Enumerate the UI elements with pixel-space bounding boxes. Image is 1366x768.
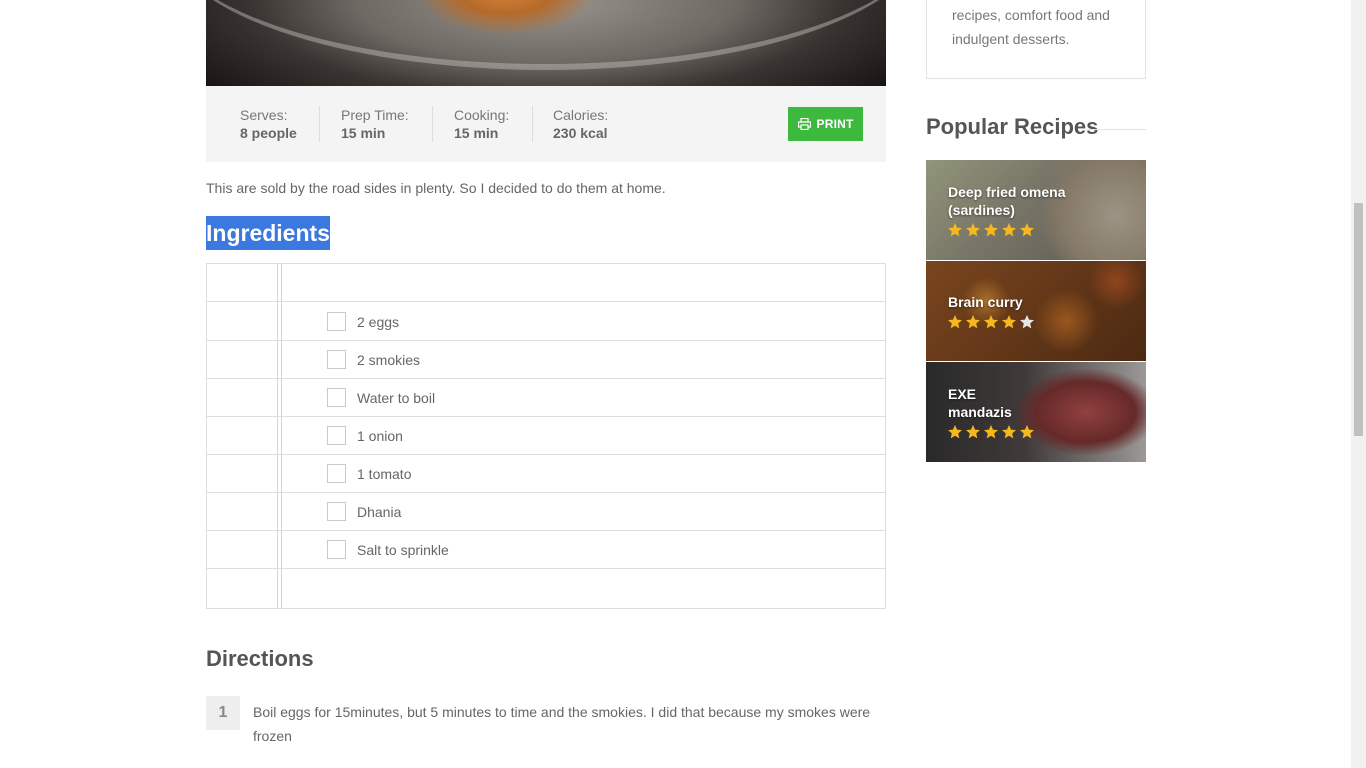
rating-stars	[947, 424, 1035, 440]
serves-label: Serves:	[240, 107, 288, 123]
ingredient-label: 2 eggs	[357, 313, 400, 330]
recipe-name-link[interactable]: EXE mandazis	[948, 385, 1038, 421]
recipe-name-link[interactable]: Deep fried omena (sardines)	[948, 183, 1098, 219]
serves-value: 8 people	[240, 125, 297, 141]
ingredient-checkbox-item[interactable]: 1 tomato	[327, 464, 411, 483]
checkbox[interactable]	[327, 540, 346, 559]
star-filled-icon	[948, 223, 962, 237]
star-filled-icon	[1020, 223, 1034, 237]
popular-recipe-card[interactable]: Deep fried omena (sardines)	[926, 160, 1146, 260]
ingredients-list: 2 eggs 2 smokies Water to boil 1 onion 1…	[206, 263, 886, 609]
ingredient-label: 1 tomato	[357, 465, 412, 482]
table-row: 2 eggs	[207, 303, 885, 341]
star-filled-icon	[948, 425, 962, 439]
checkbox[interactable]	[327, 426, 346, 445]
checkbox[interactable]	[327, 312, 346, 331]
table-row: Salt to sprinkle	[207, 531, 885, 569]
ingredient-label: Salt to sprinkle	[357, 541, 449, 558]
popular-recipe-card[interactable]: EXE mandazis	[926, 362, 1146, 462]
star-filled-icon	[966, 315, 980, 329]
star-filled-icon	[1020, 425, 1034, 439]
serves-info: Serves: 8 people	[240, 106, 297, 142]
title-divider	[1086, 129, 1146, 130]
ingredient-checkbox-item[interactable]: Salt to sprinkle	[327, 540, 449, 559]
step-number: 1	[206, 696, 240, 730]
ingredient-checkbox-item[interactable]: Dhania	[327, 502, 401, 521]
star-empty-icon	[1020, 315, 1034, 329]
cooking-value: 15 min	[454, 125, 499, 141]
recipe-hero-image	[206, 0, 886, 86]
ingredient-checkbox-item[interactable]: 2 smokies	[327, 350, 420, 369]
recipe-info-bar: Serves: 8 people Prep Time: 15 min Cooki…	[206, 86, 886, 162]
checkbox[interactable]	[327, 388, 346, 407]
rating-stars	[947, 314, 1035, 330]
scrollbar-thumb[interactable]	[1354, 203, 1363, 436]
ingredient-label: Water to boil	[357, 389, 436, 406]
pan-rim	[206, 0, 886, 70]
step-text: Boil eggs for 15minutes, but 5 minutes t…	[253, 704, 871, 744]
print-label: PRINT	[816, 117, 854, 131]
info-divider	[432, 106, 433, 142]
popular-recipe-card[interactable]: Brain curry	[926, 261, 1146, 361]
ingredients-title: Ingredients	[206, 216, 330, 250]
table-row: 2 smokies	[207, 341, 885, 379]
directions-title: Directions	[206, 646, 314, 671]
table-row: 1 tomato	[207, 455, 885, 493]
star-filled-icon	[966, 223, 980, 237]
prep-time-label: Prep Time:	[341, 107, 409, 123]
table-row: 1 onion	[207, 417, 885, 455]
checkbox[interactable]	[327, 464, 346, 483]
about-widget: recipes, comfort food and indulgent dess…	[926, 0, 1146, 79]
checkbox[interactable]	[327, 350, 346, 369]
printer-icon	[797, 118, 811, 130]
star-filled-icon	[948, 315, 962, 329]
page-scrollbar[interactable]	[1351, 0, 1366, 768]
info-divider	[319, 106, 320, 142]
ingredient-checkbox-item[interactable]: 2 eggs	[327, 312, 399, 331]
popular-recipes-title: Popular Recipes	[926, 114, 1099, 139]
recipe-name-link[interactable]: Brain curry	[948, 293, 1098, 311]
star-filled-icon	[966, 425, 980, 439]
table-row	[207, 264, 885, 302]
star-filled-icon	[984, 425, 998, 439]
table-row: Dhania	[207, 493, 885, 531]
ingredient-label: 2 smokies	[357, 351, 421, 368]
cooking-label: Cooking:	[454, 107, 510, 123]
about-text: recipes, comfort food and indulgent dess…	[952, 7, 1110, 47]
calories-info: Calories: 230 kcal	[553, 106, 608, 142]
ingredient-label: Dhania	[357, 503, 402, 520]
calories-label: Calories:	[553, 107, 609, 123]
card-overlay	[926, 261, 1146, 361]
prep-time-info: Prep Time: 15 min	[341, 106, 409, 142]
cooking-info: Cooking: 15 min	[454, 106, 509, 142]
prep-time-value: 15 min	[341, 125, 386, 141]
ingredient-checkbox-item[interactable]: Water to boil	[327, 388, 435, 407]
star-filled-icon	[1002, 223, 1016, 237]
ingredient-checkbox-item[interactable]: 1 onion	[327, 426, 403, 445]
info-divider	[532, 106, 533, 142]
rating-stars	[947, 222, 1035, 238]
star-filled-icon	[984, 223, 998, 237]
recipe-intro: This are sold by the road sides in plent…	[206, 180, 666, 196]
table-row: Water to boil	[207, 379, 885, 417]
ingredient-label: 1 onion	[357, 427, 403, 444]
calories-value: 230 kcal	[553, 125, 608, 141]
star-filled-icon	[1002, 315, 1016, 329]
star-filled-icon	[1002, 425, 1016, 439]
star-filled-icon	[984, 315, 998, 329]
checkbox[interactable]	[327, 502, 346, 521]
print-button[interactable]: PRINT	[788, 107, 863, 141]
